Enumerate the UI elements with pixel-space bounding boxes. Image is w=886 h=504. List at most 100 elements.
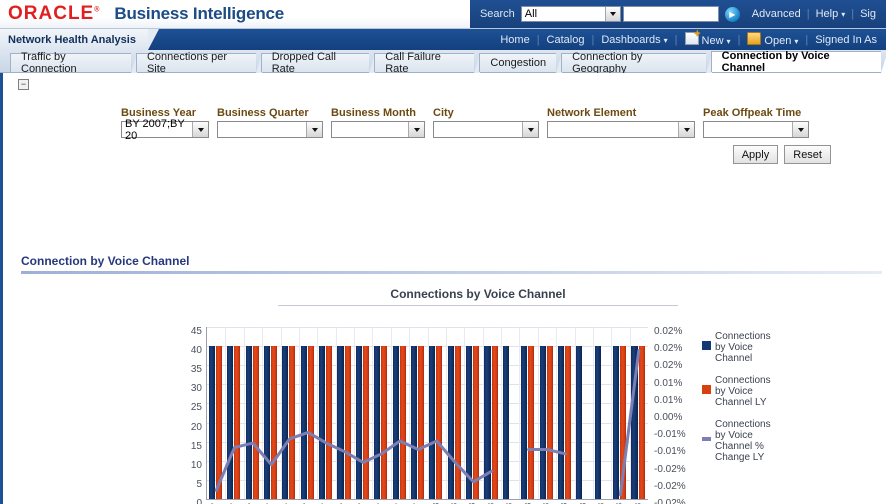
- tab-connection-by-geography[interactable]: Connection by Geography: [561, 53, 706, 72]
- legend-item[interactable]: Connections by Voice Channel LY: [702, 375, 782, 408]
- y2-axis-tick: -0.02%: [654, 499, 686, 504]
- network-element-select[interactable]: [547, 121, 695, 138]
- legend-label: Connections by Voice Channel % Change LY: [715, 419, 782, 463]
- line-segment: [216, 432, 492, 490]
- chevron-down-icon: [678, 122, 694, 137]
- trademark-mark: ®: [94, 7, 100, 14]
- business-quarter-select[interactable]: [217, 121, 323, 138]
- prompt-city: City: [433, 107, 539, 138]
- chevron-down-icon: [192, 122, 208, 137]
- y2-axis-tick: 0.00%: [654, 413, 682, 422]
- y2-axis-tick: 0.02%: [654, 327, 682, 336]
- y-axis-tick: 15: [191, 442, 202, 451]
- y-axis-tick: 35: [191, 365, 202, 374]
- dashboard-bar: Network Health Analysis Home | Catalog |…: [0, 29, 886, 50]
- y-axis-tick: 30: [191, 384, 202, 393]
- chevron-down-icon: ▾: [727, 37, 731, 46]
- search-scope-value: All: [525, 8, 537, 20]
- chevron-down-icon: [605, 7, 620, 21]
- search-go-icon[interactable]: ▶: [725, 7, 740, 22]
- y-axis-tick: 40: [191, 346, 202, 355]
- business-year-select[interactable]: BY 2007;BY 20: [121, 121, 209, 138]
- prompt-business-month: Business Month: [331, 107, 425, 138]
- line-series: [207, 327, 648, 499]
- prompt-buttons: Apply Reset: [733, 145, 831, 164]
- prompt-network-element: Network Element: [547, 107, 695, 138]
- global-header: ORACLE® Business Intelligence Search All…: [0, 0, 886, 29]
- nav-dashboards[interactable]: Dashboards ▾: [594, 34, 674, 46]
- nav-home[interactable]: Home: [493, 34, 536, 46]
- business-month-select[interactable]: [331, 121, 425, 138]
- tab-connections-per-site[interactable]: Connections per Site: [136, 53, 256, 72]
- legend-item[interactable]: Connections by Voice Channel: [702, 331, 782, 364]
- prompt-label: Network Element: [547, 107, 695, 119]
- connections-by-voice-channel-chart: Connections by Voice Channel 45403530252…: [178, 281, 778, 504]
- prompt-business-quarter: Business Quarter: [217, 107, 323, 138]
- city-select[interactable]: [433, 121, 539, 138]
- search-label: Search: [480, 8, 515, 20]
- y2-axis-tick: 0.02%: [654, 344, 682, 353]
- tab-congestion[interactable]: Congestion: [479, 53, 556, 72]
- legend-item[interactable]: Connections by Voice Channel % Change LY: [702, 419, 782, 463]
- prompt-label: City: [433, 107, 539, 119]
- y2-axis-tick: 0.01%: [654, 396, 682, 405]
- dashboard-page-tabs: Traffic by Connection Connections per Si…: [0, 50, 886, 73]
- tab-call-failure-rate[interactable]: Call Failure Rate: [374, 53, 474, 72]
- dashboard-name-tab[interactable]: Network Health Analysis: [0, 29, 148, 50]
- chevron-down-icon: ▾: [794, 37, 798, 46]
- nav-open-label: Open: [764, 35, 791, 47]
- nav-dashboards-label: Dashboards: [601, 34, 660, 46]
- y-axis-tick: 20: [191, 423, 202, 432]
- prompt-label: Peak Offpeak Time: [703, 107, 809, 119]
- nav-signed-in-as[interactable]: Signed In As: [808, 34, 884, 46]
- y2-axis-tick: -0.02%: [654, 482, 686, 491]
- chevron-down-icon: [408, 122, 424, 137]
- help-label: Help: [816, 8, 839, 20]
- branding: ORACLE® Business Intelligence: [0, 3, 284, 25]
- tab-dropped-call-rate[interactable]: Dropped Call Rate: [261, 53, 370, 72]
- oracle-logo: ORACLE®: [8, 3, 100, 25]
- chart-title-divider: [278, 305, 678, 306]
- prompt-panel: Business Year BY 2007;BY 20 Business Qua…: [3, 107, 886, 138]
- y-axis-tick: 5: [196, 480, 202, 489]
- new-page-icon: [685, 32, 699, 45]
- search-input[interactable]: [623, 6, 719, 22]
- section-divider: [21, 271, 882, 274]
- global-header-right: Search All ▶ Advanced | Help▾ | Sig: [470, 0, 886, 28]
- product-title: Business Intelligence: [114, 4, 284, 24]
- legend-label: Connections by Voice Channel: [715, 331, 782, 364]
- minus-icon[interactable]: −: [18, 79, 29, 90]
- prompt-peak-offpeak-time: Peak Offpeak Time: [703, 107, 809, 138]
- tab-traffic-by-connection[interactable]: Traffic by Connection: [10, 53, 131, 72]
- y2-axis-tick: -0.02%: [654, 465, 686, 474]
- plot-area: [206, 327, 648, 500]
- y2-axis-tick: -0.01%: [654, 430, 686, 439]
- sign-out-link[interactable]: Sig: [854, 8, 882, 20]
- chevron-down-icon: ▾: [664, 36, 668, 45]
- nav-new-label: New: [702, 35, 724, 47]
- section-title: Connection by Voice Channel: [21, 254, 189, 268]
- global-nav-links: Home | Catalog | Dashboards▾ | New▾ | Op…: [493, 29, 886, 50]
- nav-catalog[interactable]: Catalog: [540, 34, 592, 46]
- y2-axis-tick: 0.02%: [654, 361, 682, 370]
- y-axis-tick: 25: [191, 403, 202, 412]
- line-segment: [620, 351, 638, 495]
- help-menu[interactable]: Help▾: [810, 8, 852, 20]
- advanced-link[interactable]: Advanced: [746, 8, 807, 20]
- nav-open[interactable]: Open▾: [740, 32, 805, 47]
- reset-button[interactable]: Reset: [784, 145, 831, 164]
- nav-new[interactable]: New▾: [678, 32, 738, 47]
- chart-legend: Connections by Voice Channel Connections …: [702, 331, 782, 474]
- y-axis-tick: 45: [191, 327, 202, 336]
- oracle-wordmark: ORACLE: [8, 3, 94, 24]
- prompt-label: Business Quarter: [217, 107, 323, 119]
- prompt-label: Business Month: [331, 107, 425, 119]
- chevron-down-icon: ▾: [841, 10, 845, 19]
- chevron-down-icon: [306, 122, 322, 137]
- tab-connection-by-voice-channel[interactable]: Connection by Voice Channel: [711, 51, 881, 72]
- peak-offpeak-time-select[interactable]: [703, 121, 809, 138]
- apply-button[interactable]: Apply: [733, 145, 779, 164]
- search-scope-select[interactable]: All: [521, 6, 621, 22]
- legend-label: Connections by Voice Channel LY: [715, 375, 782, 408]
- chevron-down-icon: [522, 122, 538, 137]
